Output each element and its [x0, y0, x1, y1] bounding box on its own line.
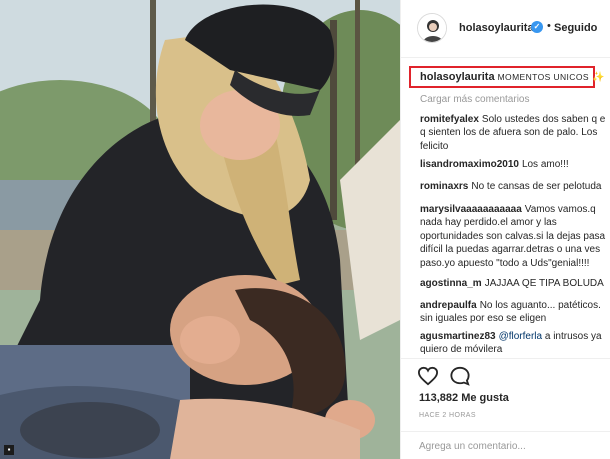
comment-icon[interactable] [449, 366, 471, 386]
comment-text: No te cansas de ser pelotuda [471, 181, 602, 192]
comment-text: Solo ustedes dos saben q e [481, 114, 606, 125]
comment-text: oportunidades son calvas.si la dejas pas… [420, 230, 606, 242]
comment-item: romitefyalex Solo ustedes dos saben q e q… [420, 113, 610, 153]
comment-text: Los amo!!! [521, 159, 569, 170]
comment-text: q sienten los de afuera son de palo. Los [420, 127, 598, 139]
post-header: holasoylaurita ✓ • Seguido [401, 0, 610, 58]
comment-text: JAJJAA QE TIPA BOLUDA [484, 278, 604, 289]
comment-item: rominaxrs No te cansas de ser pelotuda [420, 180, 610, 193]
photo-corner-icon: ▪ [4, 445, 14, 455]
comment-item: andrepaulfa No los aguanto... patéticos. … [420, 299, 610, 326]
comment-item: lisandromaximo2010 Los amo!!! [420, 158, 610, 171]
comments-list[interactable]: holasoylaurita MOMENTOS UNICOS ✨ Cargar m… [401, 58, 610, 358]
comment-username[interactable]: andrepaulfa [420, 300, 477, 311]
comment-text: difícil la puedas agarrar.detras o una v… [420, 244, 601, 256]
post-timestamp: HACE 2 HORAS [419, 412, 476, 419]
follow-status-button[interactable]: Seguido [554, 22, 597, 34]
post-actions: 113,882 Me gusta HACE 2 HORAS [401, 358, 610, 459]
verified-badge-icon: ✓ [531, 21, 543, 33]
post-author-username[interactable]: holasoylaurita [459, 22, 534, 34]
comment-text: nada hay perdido.el amor y las [420, 217, 557, 229]
load-more-comments-link[interactable]: Cargar más comentarios [420, 94, 529, 105]
comment-username[interactable]: marysilvaaaaaaaaaaa [420, 204, 522, 215]
avatar[interactable] [417, 13, 447, 43]
likes-count[interactable]: 113,882 Me gusta [419, 392, 509, 404]
heart-icon[interactable] [417, 366, 439, 386]
comment-text: quiero de móvilera [420, 344, 503, 356]
post-caption: holasoylaurita MOMENTOS UNICOS ✨ [420, 71, 604, 83]
comment-mention-link[interactable]: @florferla [499, 331, 543, 342]
comment-text: Vamos vamos.q [524, 204, 596, 215]
add-comment-bar [401, 431, 610, 459]
comment-text: felicito [420, 140, 449, 152]
header-separator: • [547, 20, 551, 32]
comment-item: marysilvaaaaaaaaaaa Vamos vamos.q nada ha… [420, 203, 610, 270]
comment-text: No los aguanto... patéticos. [479, 300, 601, 311]
post-side-panel: holasoylaurita ✓ • Seguido holasoylaurit… [400, 0, 610, 459]
comment-username[interactable]: agusmartinez83 [420, 331, 496, 342]
comment-text: sin iguales por eso se eligen [420, 313, 547, 325]
comment-username[interactable]: romitefyalex [420, 114, 479, 125]
comment-username[interactable]: agostinna_m [420, 278, 482, 289]
comment-text: paso.yo apuesto "todo a Uds"genial!!!! [420, 257, 590, 269]
caption-text: MOMENTOS UNICOS [497, 72, 589, 82]
photo-illustration [0, 0, 400, 459]
comment-username[interactable]: lisandromaximo2010 [420, 159, 519, 170]
comment-item: agostinna_m JAJJAA QE TIPA BOLUDA [420, 277, 610, 290]
comment-username[interactable]: rominaxrs [420, 181, 468, 192]
comment-item: agusmartinez83 @florferla a intrusos ya q… [420, 330, 610, 357]
comment-text: a intrusos ya [544, 331, 602, 342]
avatar-image [418, 14, 446, 42]
sparkles-icon: ✨ [591, 72, 605, 83]
add-comment-input[interactable] [419, 439, 604, 453]
post-photo[interactable]: ▪ [0, 0, 400, 459]
caption-username[interactable]: holasoylaurita [420, 71, 495, 83]
